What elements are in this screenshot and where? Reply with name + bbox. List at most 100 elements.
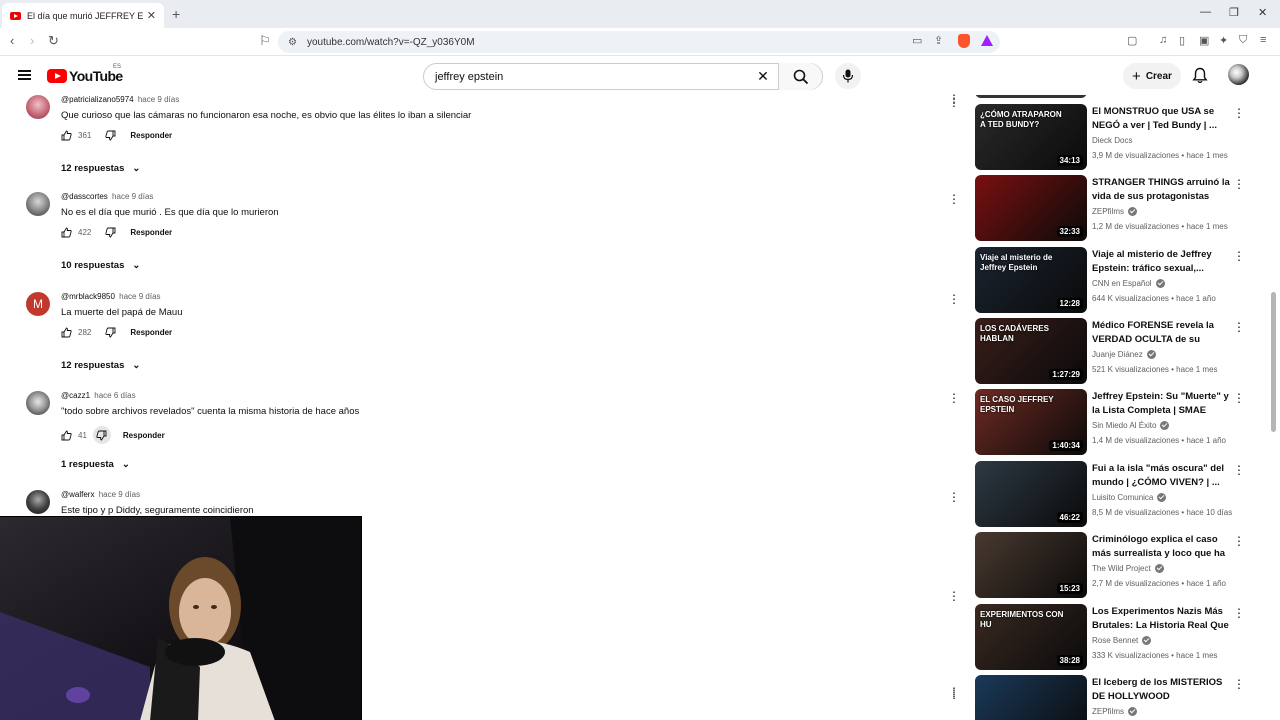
site-settings-icon[interactable]: ⚙ — [288, 37, 297, 48]
browser-tab[interactable]: El día que murió JEFFREY EPSTEIN ✕ — [2, 3, 164, 28]
reply-button[interactable]: Responder — [130, 131, 172, 140]
comment-author[interactable]: @mrblack9850 — [61, 292, 115, 301]
video-title[interactable]: STRANGER THINGS arruinó la vida de sus p… — [1092, 176, 1232, 204]
video-thumbnail[interactable]: ¿CÓMO ATRAPARON A TED BUNDY? 34:13 — [975, 104, 1087, 170]
video-title[interactable]: Jeffrey Epstein: Su "Muerte" y la Lista … — [1092, 390, 1232, 418]
avatar[interactable] — [26, 391, 50, 415]
comment-more-icon[interactable]: ⋮ — [948, 192, 960, 206]
video-more-icon[interactable]: ⋮ — [1233, 106, 1245, 120]
close-window-icon[interactable]: ✕ — [1258, 6, 1267, 19]
video-title[interactable]: Criminólogo explica el caso más surreali… — [1092, 533, 1232, 561]
menu-icon[interactable]: ≡ — [1260, 34, 1266, 46]
vpn-icon[interactable]: ⛉ — [1239, 34, 1247, 47]
create-button[interactable]: + Crear — [1123, 63, 1181, 89]
channel-name[interactable]: ZEPfilms — [1092, 207, 1124, 216]
video-thumbnail[interactable]: EL CASO JEFFREY EPSTEIN 1:40:34 — [975, 389, 1087, 455]
back-icon[interactable]: ‹ — [10, 33, 14, 48]
channel-name[interactable]: The Wild Project — [1092, 564, 1151, 573]
view-replies-button[interactable]: 12 respuestas ⌄ — [61, 163, 140, 174]
video-more-icon[interactable]: ⋮ — [1233, 177, 1245, 191]
channel-name[interactable]: Dieck Docs — [1092, 136, 1132, 145]
reply-button[interactable]: Responder — [123, 431, 165, 440]
video-thumbnail[interactable]: LOS CADÁVERES HABLAN 1:27:29 — [975, 318, 1087, 384]
search-box[interactable]: jeffrey epstein ✕ — [423, 63, 823, 90]
address-bar[interactable]: ⚙ youtube.com/watch?v=-QZ_y036Y0M — [278, 31, 1000, 53]
related-video-item[interactable]: 46:22 Fui a la isla "más oscura" del mund… — [975, 461, 1255, 527]
thumbs-up-icon[interactable] — [61, 430, 72, 441]
comment-time[interactable]: hace 9 días — [99, 490, 140, 499]
reply-button[interactable]: Responder — [130, 228, 172, 237]
view-replies-button[interactable]: 10 respuestas ⌄ — [61, 260, 140, 271]
channel-name[interactable]: ZEPfilms — [1092, 707, 1124, 716]
reload-icon[interactable]: ↻ — [48, 33, 59, 49]
share-icon[interactable]: ⇪ — [934, 34, 943, 47]
video-more-icon[interactable]: ⋮ — [1233, 320, 1245, 334]
account-avatar[interactable] — [1228, 64, 1249, 85]
comment-author[interactable]: @dasscortes — [61, 192, 108, 201]
related-video-item[interactable]: Viaje al misterio de Jeffrey Epstein 12:2… — [975, 247, 1255, 313]
comment-author[interactable]: @walferx — [61, 490, 94, 499]
related-video-item[interactable]: LOS CADÁVERES HABLAN 1:27:29 Médico FORENS… — [975, 318, 1255, 384]
related-video-item[interactable]: EL CASO JEFFREY EPSTEIN 1:40:34 Jeffrey Ep… — [975, 389, 1255, 455]
video-more-icon[interactable]: ⋮ — [1233, 463, 1245, 477]
thumbs-up-icon[interactable] — [61, 227, 72, 238]
related-video-item[interactable]: 32:33 STRANGER THINGS arruinó la vida de … — [975, 175, 1255, 241]
clear-search-icon[interactable]: ✕ — [748, 68, 778, 85]
leo-ai-icon[interactable]: ✦ — [1219, 34, 1228, 47]
channel-name[interactable]: CNN en Español — [1092, 279, 1152, 288]
comment-more-icon[interactable]: ⋮ — [948, 589, 960, 603]
video-title[interactable]: El Iceberg de los MISTERIOS DE HOLLYWOOD — [1092, 676, 1232, 704]
bookmark-icon[interactable]: ⚐ — [259, 33, 271, 49]
avatar[interactable] — [26, 490, 50, 514]
video-more-icon[interactable]: ⋮ — [1233, 606, 1245, 620]
search-button[interactable] — [778, 63, 822, 90]
related-video-item[interactable]: EXPERIMENTOS CON HU 38:28 Los Experimentos… — [975, 604, 1255, 670]
related-video-item[interactable]: 15:23 Criminólogo explica el caso más sur… — [975, 532, 1255, 598]
thumbs-down-icon[interactable] — [105, 130, 116, 141]
video-thumbnail[interactable]: 32:33 — [975, 175, 1087, 241]
video-thumbnail[interactable] — [975, 675, 1087, 720]
comment-time[interactable]: hace 9 días — [119, 292, 160, 301]
notifications-button[interactable] — [1192, 67, 1208, 89]
comment-time[interactable]: hace 6 días — [94, 391, 135, 400]
restore-icon[interactable]: ❐ — [1229, 6, 1239, 19]
view-replies-button[interactable]: 1 respuesta ⌄ — [61, 459, 130, 470]
video-title[interactable]: Los Experimentos Nazis Más Brutales: La … — [1092, 605, 1232, 633]
video-thumbnail[interactable]: EXPERIMENTOS CON HU 38:28 — [975, 604, 1087, 670]
related-video-item[interactable]: El Iceberg de los MISTERIOS DE HOLLYWOOD… — [975, 675, 1255, 720]
comment-time[interactable]: hace 9 días — [138, 95, 179, 104]
related-video-item[interactable]: ¿CÓMO ATRAPARON A TED BUNDY? 34:13 El MONS… — [975, 104, 1255, 170]
brave-rewards-icon[interactable] — [981, 35, 993, 46]
close-tab-icon[interactable]: ✕ — [147, 9, 156, 22]
voice-search-button[interactable] — [835, 63, 861, 89]
search-input[interactable]: jeffrey epstein — [424, 71, 748, 83]
video-more-icon[interactable]: ⋮ — [1233, 391, 1245, 405]
avatar[interactable] — [26, 95, 50, 119]
page-scrollbar[interactable] — [1271, 292, 1276, 432]
thumbs-down-icon[interactable] — [105, 227, 116, 238]
minimize-icon[interactable]: — — [1200, 6, 1211, 18]
channel-name[interactable]: Juanje Diánez — [1092, 350, 1143, 359]
forward-icon[interactable]: › — [30, 33, 34, 48]
video-title[interactable]: El MONSTRUO que USA se NEGÓ a ver | Ted … — [1092, 105, 1232, 133]
comment-more-icon[interactable]: ⋮ — [948, 391, 960, 405]
guide-menu-icon[interactable] — [18, 70, 31, 80]
video-more-icon[interactable]: ⋮ — [1233, 534, 1245, 548]
media-icon[interactable]: ♫ — [1159, 34, 1167, 46]
comment-more-icon[interactable]: ⋮ — [948, 92, 960, 106]
video-more-icon[interactable]: ⋮ — [1233, 249, 1245, 263]
video-title[interactable]: Viaje al misterio de Jeffrey Epstein: tr… — [1092, 248, 1232, 276]
channel-name[interactable]: Luisito Comunica — [1092, 493, 1153, 502]
brave-shields-icon[interactable] — [958, 34, 970, 48]
view-replies-button[interactable]: 12 respuestas ⌄ — [61, 360, 140, 371]
video-thumbnail[interactable]: 15:23 — [975, 532, 1087, 598]
comment-more-icon[interactable]: ⋮ — [948, 292, 960, 306]
comment-more-icon[interactable]: ⋮ — [948, 685, 960, 699]
thumbs-down-icon[interactable] — [105, 327, 116, 338]
channel-name[interactable]: Sin Miedo Al Éxito — [1092, 421, 1156, 430]
new-tab-icon[interactable]: + — [172, 6, 180, 22]
comment-author[interactable]: @cazz1 — [61, 391, 90, 400]
comment-time[interactable]: hace 9 días — [112, 192, 153, 201]
sidebar-icon[interactable]: ▯ — [1179, 34, 1185, 47]
video-thumbnail[interactable]: Viaje al misterio de Jeffrey Epstein 12:2… — [975, 247, 1087, 313]
